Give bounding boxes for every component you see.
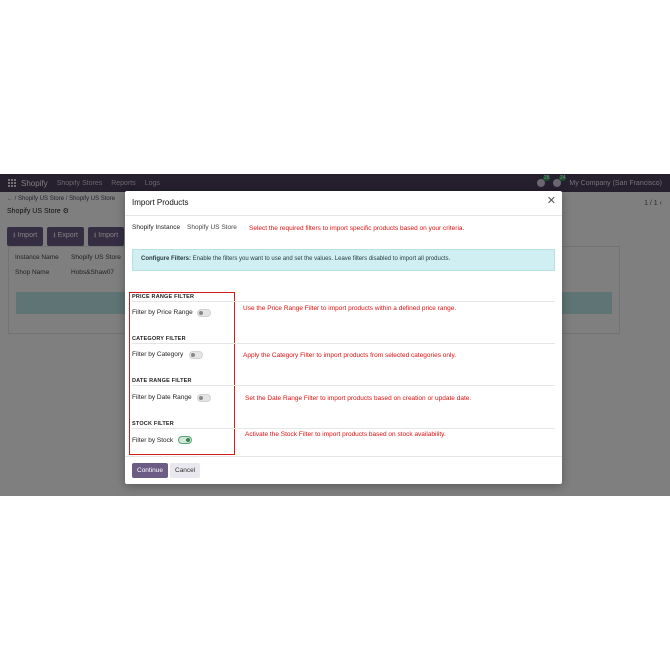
- date-range-header: DATE RANGE FILTER: [132, 378, 192, 384]
- stock-label: Filter by Stock: [132, 437, 174, 444]
- dialog-header: Import Products ✕: [125, 191, 562, 216]
- dialog-footer-divider: [125, 456, 562, 457]
- annotation-stock: Activate the Stock Filter to import prod…: [245, 431, 446, 438]
- continue-button[interactable]: Continue: [132, 463, 169, 478]
- price-range-header: PRICE RANGE FILTER: [132, 294, 195, 300]
- alert-bold: Configure Filters:: [141, 256, 192, 262]
- category-label: Filter by Category: [132, 351, 184, 358]
- category-toggle[interactable]: [189, 351, 203, 359]
- annotation-instance: Select the required filters to import sp…: [249, 225, 465, 232]
- shopify-instance-field[interactable]: Shopify US Store: [187, 224, 237, 231]
- stock-toggle[interactable]: [178, 436, 192, 444]
- annotation-date: Set the Date Range Filter to import prod…: [245, 395, 472, 402]
- highlight-box: [129, 292, 235, 455]
- shopify-instance-label: Shopify Instance: [132, 224, 181, 231]
- price-range-toggle[interactable]: [197, 309, 211, 317]
- date-range-toggle[interactable]: [197, 394, 211, 402]
- configure-filters-alert: Configure Filters: Enable the filters yo…: [132, 249, 555, 271]
- annotation-category: Apply the Category Filter to import prod…: [243, 352, 457, 359]
- date-range-label: Filter by Date Range: [132, 394, 192, 401]
- divider: [132, 343, 555, 344]
- close-icon[interactable]: ✕: [547, 196, 556, 207]
- divider: [132, 385, 555, 386]
- cancel-button[interactable]: Cancel: [170, 463, 201, 478]
- alert-body: Enable the filters you want to use and s…: [191, 256, 451, 262]
- dialog-title: Import Products: [132, 198, 189, 207]
- import-products-dialog: Import Products ✕ Shopify Instance Shopi…: [125, 191, 562, 484]
- stock-header: STOCK FILTER: [132, 421, 174, 427]
- alert-text: Configure Filters: Enable the filters yo…: [141, 256, 450, 262]
- divider: [132, 428, 555, 429]
- annotation-price: Use the Price Range Filter to import pro…: [243, 305, 457, 312]
- price-range-label: Filter by Price Range: [132, 309, 193, 316]
- divider: [132, 301, 555, 302]
- category-header: CATEGORY FILTER: [132, 336, 186, 342]
